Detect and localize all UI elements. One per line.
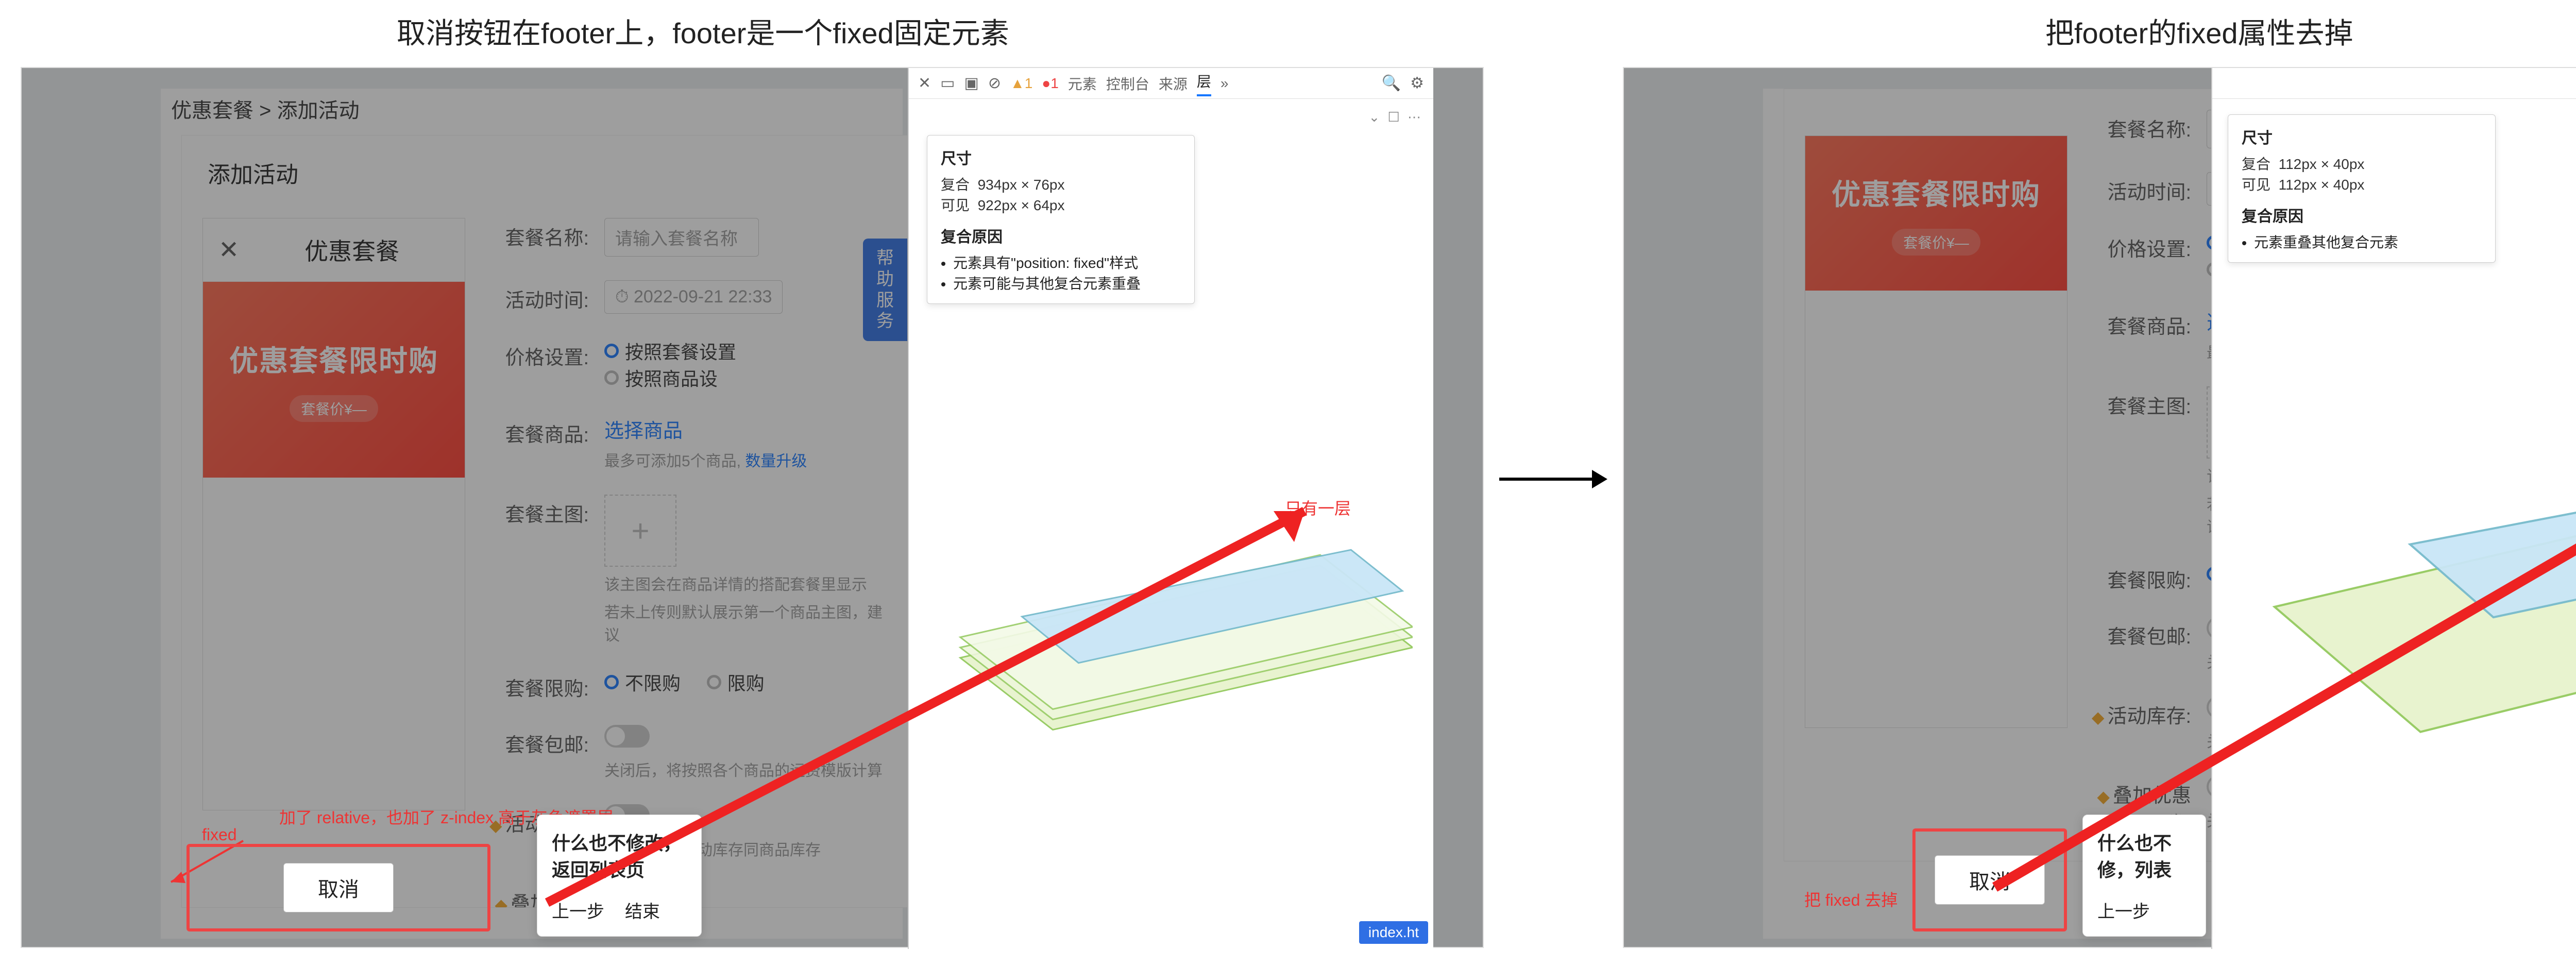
label-ship: 套餐包邮: bbox=[486, 725, 589, 757]
label-limit: 套餐限购: bbox=[486, 669, 589, 701]
name-input[interactable]: 请输入套餐名称 bbox=[604, 218, 759, 257]
footer-static: 取消 bbox=[1912, 828, 2067, 931]
layer-tooltip: 尺寸 复合 934px × 76px 可见 922px × 64px 复合原因 … bbox=[927, 135, 1195, 304]
radio-price-goods[interactable]: 按照商品设 bbox=[604, 364, 718, 391]
devtools-mini-icons[interactable]: ⌄ ☐ ⋯ bbox=[1368, 109, 1423, 125]
radio-nolimit[interactable]: 不限购 bbox=[604, 669, 681, 696]
toggle-ship[interactable] bbox=[604, 725, 650, 748]
banner-price: 套餐价¥— bbox=[1892, 229, 1980, 256]
card: 添加活动 ✕ 优惠套餐 优惠套餐限时购 套餐价¥— 套餐名称: 请输入套餐名称 … bbox=[181, 135, 908, 908]
tab-elements[interactable]: 元素 bbox=[1068, 73, 1097, 94]
banner-headline: 优惠套餐限时购 bbox=[229, 338, 438, 380]
panel-left: 优惠套餐 > 添加活动 添加活动 ✕ 优惠套餐 优惠套餐限时购 套餐价¥— 套餐… bbox=[21, 67, 1484, 948]
close-icon[interactable]: ✕ bbox=[918, 74, 931, 92]
radio-price-package[interactable]: 按照套餐设置 bbox=[604, 337, 736, 364]
gear-icon[interactable]: ⚙ bbox=[1410, 74, 1424, 92]
preview-banner: 优惠套餐限时购 套餐价¥— bbox=[203, 282, 465, 478]
label-name: 套餐名称: bbox=[2088, 110, 2191, 142]
label-stock: ◆活动库存: bbox=[2088, 696, 2191, 728]
image-uploader[interactable]: + bbox=[604, 495, 676, 567]
caption-right: 把footer的fixed属性去掉 bbox=[2045, 10, 2353, 52]
tour-popover: 什么也不修，列表 上一步 bbox=[2082, 815, 2206, 937]
ship-hint: 关闭后，将按照各个商品的运费模版计算 bbox=[604, 758, 892, 781]
radio-limit[interactable]: 限购 bbox=[707, 669, 765, 696]
stop-icon[interactable]: ⊘ bbox=[988, 74, 1001, 92]
tab-layers[interactable]: 层 bbox=[1197, 71, 1211, 96]
help-ribbon[interactable]: 帮助服务 bbox=[863, 239, 907, 341]
layers-3d-view[interactable] bbox=[929, 284, 1413, 897]
label-remove-fixed: 把 fixed 去掉 bbox=[1804, 887, 1897, 911]
close-icon[interactable]: ✕ bbox=[218, 235, 239, 264]
label-price: 价格设置: bbox=[486, 337, 589, 370]
done-button[interactable]: 结束 bbox=[625, 897, 660, 923]
page-title: 添加活动 bbox=[208, 156, 882, 189]
label-image: 套餐主图: bbox=[486, 495, 589, 527]
preview-pane: 优惠套餐限时购 套餐价¥— bbox=[1805, 135, 2067, 728]
preview-title: 优惠套餐 bbox=[255, 233, 449, 267]
label-image: 套餐主图: bbox=[2088, 386, 2191, 419]
devtools-right: ▭ ⋯ 尺寸 复合 112px × 40px 可见 112px × 40px 复… bbox=[2211, 68, 2576, 949]
preview-pane: ✕ 优惠套餐 优惠套餐限时购 套餐价¥— bbox=[202, 218, 465, 810]
time-input[interactable]: ⏱ 2022-09-21 22:33 bbox=[604, 280, 783, 314]
banner-price: 套餐价¥— bbox=[290, 395, 378, 422]
file-chip[interactable]: index.ht bbox=[1359, 921, 1428, 944]
devtools-tabs: ▭ ⋯ bbox=[2212, 68, 2576, 99]
label-time: 活动时间: bbox=[486, 280, 589, 313]
banner-headline: 优惠套餐限时购 bbox=[1832, 172, 2041, 213]
panel-right: 优惠套餐限时购 套餐价¥— 套餐名称: 请输入套餐名称 活动时间: ⏱ 2022… bbox=[1623, 67, 2576, 948]
prev-step-button[interactable]: 上一步 bbox=[2097, 897, 2150, 923]
dock-icon[interactable]: ▭ bbox=[940, 74, 955, 92]
label-time: 活动时间: bbox=[2088, 172, 2191, 205]
cancel-button[interactable]: 取消 bbox=[283, 863, 394, 912]
devtools-left: ✕ ▭ ▣ ⊘ ▲1 ●1 元素 控制台 来源 层 » 🔍 ⚙ ⌄ ☐ ⋯ 尺寸… bbox=[908, 68, 1433, 949]
warn-badge[interactable]: ▲1 bbox=[1010, 75, 1032, 92]
note-only-one-layer: 只有一层 bbox=[1285, 496, 1351, 519]
label-goods: 套餐商品: bbox=[486, 415, 589, 447]
upgrade-link[interactable]: 数量升级 bbox=[745, 453, 807, 470]
devtools-tabs: ✕ ▭ ▣ ⊘ ▲1 ●1 元素 控制台 来源 层 » 🔍 ⚙ bbox=[909, 68, 1433, 99]
label-name: 套餐名称: bbox=[486, 218, 589, 250]
image-hint2: 若未上传则默认展示第一个商品主图，建议 bbox=[604, 600, 892, 645]
prev-step-button[interactable]: 上一步 bbox=[552, 897, 604, 923]
label-goods: 套餐商品: bbox=[2088, 307, 2191, 339]
popover-message: 什么也不修改，返回列表页 bbox=[552, 828, 687, 882]
image-hint1: 该主图会在商品详情的搭配套餐里显示 bbox=[604, 572, 892, 595]
diamond-icon: ◆ bbox=[495, 895, 507, 908]
arrow-between-panels bbox=[1499, 464, 1607, 495]
layers-3d-view[interactable] bbox=[2233, 233, 2576, 897]
label-limit: 套餐限购: bbox=[2088, 561, 2191, 593]
tour-popover: 什么也不修改，返回列表页 上一步 结束 bbox=[537, 815, 702, 937]
label-ship: 套餐包邮: bbox=[2088, 617, 2191, 649]
breadcrumb[interactable]: 优惠套餐 > 添加活动 bbox=[171, 94, 360, 124]
search-icon[interactable]: 🔍 bbox=[1382, 74, 1401, 92]
cancel-button[interactable]: 取消 bbox=[1935, 855, 2045, 905]
select-goods-link[interactable]: 选择商品 bbox=[604, 420, 683, 442]
label-price: 价格设置: bbox=[2088, 229, 2191, 262]
tab-sources[interactable]: 来源 bbox=[1159, 73, 1188, 94]
caption-left: 取消按钮在footer上，footer是一个fixed固定元素 bbox=[397, 10, 1009, 52]
footer-fixed: 取消 bbox=[187, 844, 490, 931]
popover-message: 什么也不修，列表 bbox=[2097, 828, 2191, 882]
preview-banner: 优惠套餐限时购 套餐价¥— bbox=[1805, 136, 2067, 291]
select-icon[interactable]: ▣ bbox=[964, 74, 979, 92]
error-badge[interactable]: ●1 bbox=[1042, 75, 1059, 92]
tab-more[interactable]: » bbox=[1221, 75, 1229, 92]
tab-console[interactable]: 控制台 bbox=[1106, 73, 1149, 94]
